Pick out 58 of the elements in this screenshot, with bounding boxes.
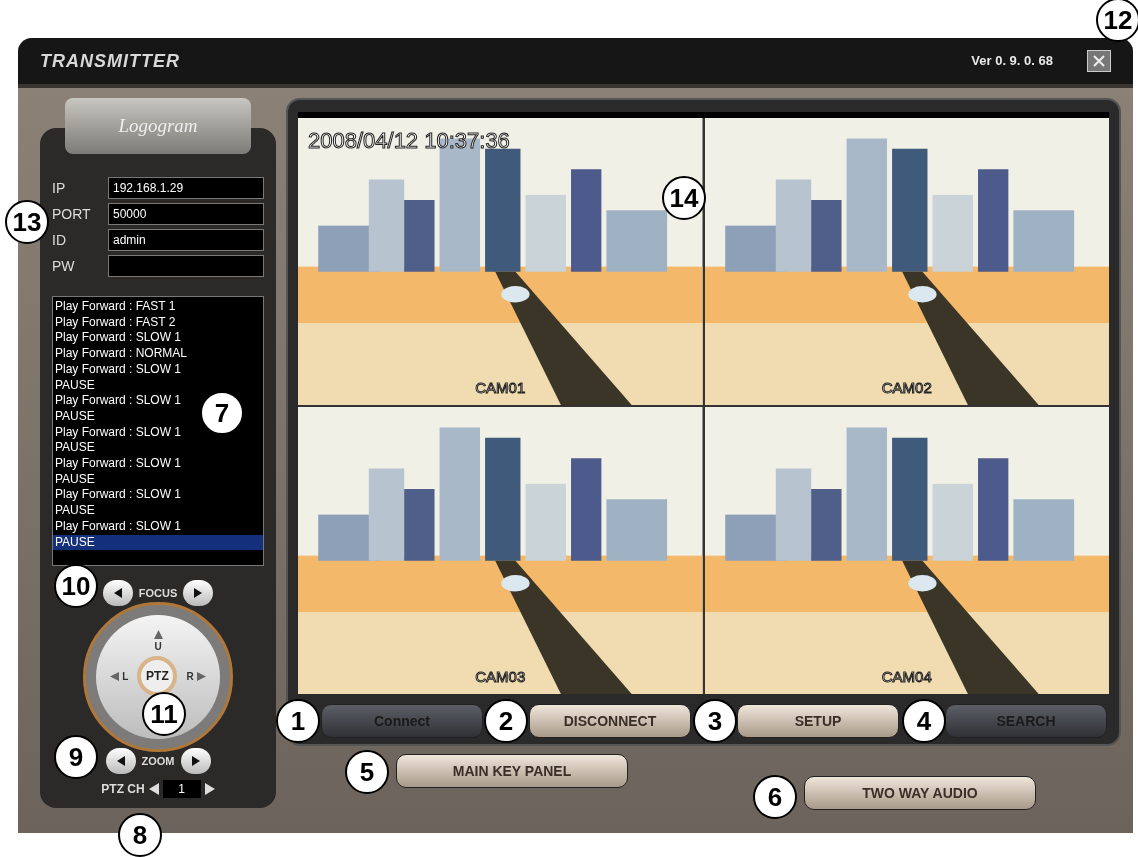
up-label: U	[154, 640, 162, 654]
timestamp-overlay: 2008/04/12 10:37:36	[308, 127, 510, 155]
version-text: Ver 0. 9. 0. 68	[971, 52, 1053, 71]
right-triangle-icon[interactable]	[204, 783, 215, 795]
log-entry[interactable]: PAUSE	[53, 408, 97, 425]
camera-label: CAM04	[881, 666, 932, 687]
camera-label: CAM01	[475, 377, 526, 398]
left-triangle-icon	[112, 588, 123, 598]
control-button[interactable]: MAIN KEY PANEL	[396, 754, 628, 788]
left-triangle-icon[interactable]	[148, 783, 159, 795]
log-entry[interactable]: Play Forward : SLOW 1	[53, 518, 184, 535]
zoom-label: ZOOM	[141, 753, 175, 769]
control-button[interactable]: DISCONNECT	[529, 704, 691, 738]
control-button[interactable]: TWO WAY AUDIO	[804, 776, 1036, 810]
log-entry[interactable]: Play Forward : SLOW 1	[53, 487, 184, 504]
field-label: IP	[52, 178, 67, 198]
right-triangle-icon	[190, 756, 201, 766]
channel-field[interactable]: 1	[162, 780, 201, 798]
log-entry[interactable]: Play Forward : FAST 2	[53, 314, 178, 331]
left-triangle-icon	[115, 756, 126, 766]
right-triangle-icon	[193, 588, 204, 598]
input-field[interactable]: admin	[108, 229, 264, 251]
log-entry[interactable]: Play Forward : SLOW 1	[53, 456, 184, 472]
log-entry[interactable]: PAUSE	[53, 534, 263, 551]
field-label: PW	[52, 256, 76, 276]
callout-number: 13	[5, 200, 49, 244]
log-entry[interactable]: Play Forward : SLOW 1	[53, 424, 184, 441]
log-entry[interactable]: Play Forward : SLOW 1	[53, 361, 184, 378]
log-entry[interactable]: PAUSE	[53, 440, 97, 457]
control-button[interactable]: SETUP	[737, 704, 899, 738]
field-label: ID	[52, 230, 67, 250]
input-field[interactable]	[108, 255, 264, 277]
log-entry[interactable]: PAUSE	[53, 471, 97, 488]
close-icon	[1093, 55, 1105, 67]
log-entry[interactable]: Play Forward : SLOW 1	[53, 393, 184, 409]
up-triangle-icon[interactable]	[153, 630, 163, 639]
ptz-channel-label: PTZ CH	[101, 781, 145, 798]
close-button[interactable]	[1087, 50, 1111, 72]
right-arrow-button[interactable]	[180, 748, 211, 774]
ptz-button[interactable]: PTZ	[137, 656, 178, 696]
right-label: R	[186, 669, 194, 684]
log-entry[interactable]: PAUSE	[53, 503, 97, 519]
log-entry[interactable]: PAUSE	[53, 377, 97, 394]
input-field[interactable]: 50000	[108, 203, 264, 225]
left-arrow-button[interactable]	[105, 748, 136, 774]
camera-label: CAM03	[475, 666, 526, 687]
log-entry[interactable]: Play Forward : NORMAL	[53, 346, 190, 362]
field-label: PORT	[52, 204, 92, 224]
focus-label: FOCUS	[138, 585, 178, 601]
left-label: L	[122, 669, 129, 684]
left-arrow-button[interactable]	[102, 580, 133, 606]
log-entry[interactable]: Play Forward : SLOW 1	[53, 330, 184, 347]
window-title: TRANSMITTER	[40, 49, 180, 73]
input-field[interactable]: 192.168.1.29	[108, 177, 264, 199]
callout-number: 12	[1096, 0, 1138, 42]
log-entry[interactable]: Play Forward : FAST 1	[53, 299, 178, 315]
camera-label: CAM02	[881, 377, 932, 398]
right-arrow-button[interactable]	[183, 580, 214, 606]
